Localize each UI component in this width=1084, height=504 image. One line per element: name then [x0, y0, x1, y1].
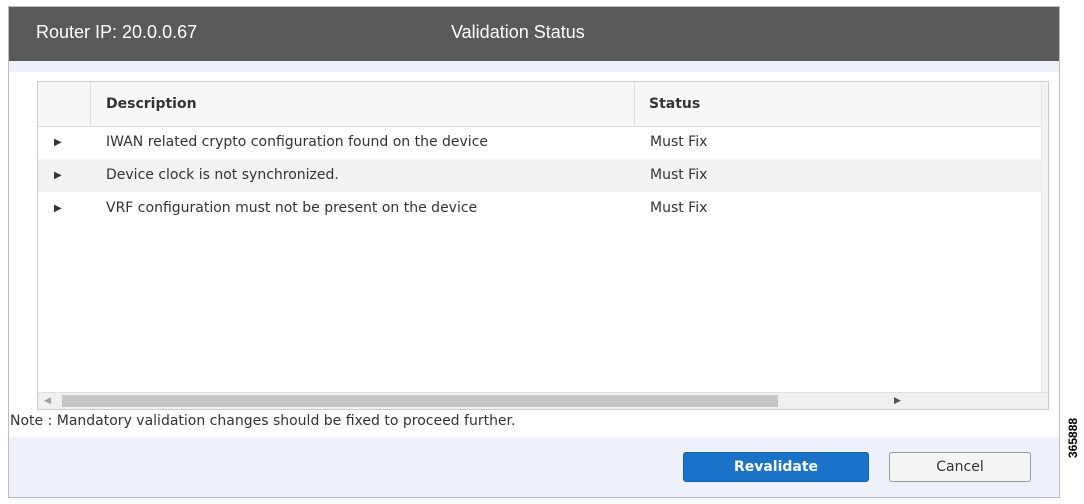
expand-row-icon[interactable]: ▶ — [54, 159, 62, 192]
row-status: Must Fix — [650, 167, 708, 183]
table-row[interactable]: ▶ IWAN related crypto configuration foun… — [38, 126, 1048, 159]
column-header-description[interactable]: Description — [90, 82, 650, 126]
scroll-left-icon[interactable]: ◀ — [44, 393, 51, 409]
row-status: Must Fix — [650, 134, 708, 150]
scrollbar-thumb[interactable] — [62, 395, 778, 407]
expand-row-icon[interactable]: ▶ — [54, 192, 62, 225]
cancel-button[interactable]: Cancel — [889, 452, 1031, 482]
dialog-content: Description Status ▶ IWAN related crypto… — [9, 72, 1059, 437]
table-row[interactable]: ▶ Device clock is not synchronized. Must… — [38, 159, 1048, 192]
validation-table: Description Status ▶ IWAN related crypto… — [37, 81, 1049, 410]
table-header: Description Status — [38, 82, 1048, 127]
validation-dialog: Router IP: 20.0.0.67 Validation Status D… — [8, 6, 1060, 498]
dialog-titlebar: Router IP: 20.0.0.67 Validation Status — [9, 7, 1059, 61]
row-status: Must Fix — [650, 200, 708, 216]
expand-row-icon[interactable]: ▶ — [54, 126, 62, 159]
validation-note: Note : Mandatory validation changes shou… — [10, 413, 516, 429]
table-row[interactable]: ▶ VRF configuration must not be present … — [38, 192, 1048, 225]
table-body: ▶ IWAN related crypto configuration foun… — [38, 126, 1048, 225]
row-description: VRF configuration must not be present on… — [106, 200, 478, 216]
row-description: IWAN related crypto configuration found … — [106, 134, 488, 150]
dialog-title: Validation Status — [451, 22, 585, 42]
router-ip-label: Router IP: 20.0.0.67 — [36, 22, 198, 42]
figure-id-label: 365888 — [1066, 417, 1080, 458]
scroll-right-icon[interactable]: ▶ — [894, 393, 901, 409]
column-header-status[interactable]: Status — [634, 82, 1048, 126]
revalidate-button[interactable]: Revalidate — [683, 452, 869, 482]
row-description: Device clock is not synchronized. — [106, 167, 339, 183]
horizontal-scrollbar[interactable]: ◀ ▶ — [38, 392, 1048, 409]
vertical-scrollbar[interactable] — [1041, 82, 1048, 394]
